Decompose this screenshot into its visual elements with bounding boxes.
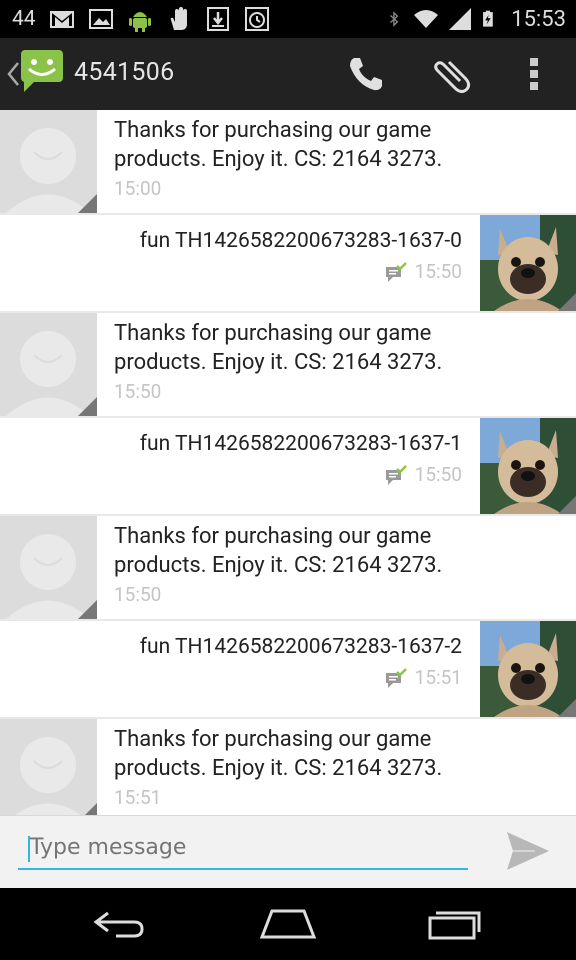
user-profile-photo [480,621,576,717]
alarm-icon [244,7,269,31]
message-text-line: Thanks for purchasing our game [114,727,432,752]
default-contact-avatar-icon [0,719,97,815]
self-avatar[interactable] [480,215,576,311]
recents-icon [428,911,481,940]
message-text: Thanks for purchasing our game products. … [114,522,494,580]
hand-icon [170,7,187,30]
default-contact-avatar-icon [0,516,97,619]
user-profile-photo [480,418,576,514]
navigation-bar [0,888,576,960]
message-status: 15:51 [385,666,462,689]
clock: 15:53 [511,6,566,32]
message-timestamp: 15:50 [414,260,462,283]
message-text-line: Thanks for purchasing our game [114,321,432,346]
send-icon[interactable] [505,830,551,872]
delivered-icon [385,261,407,282]
contact-avatar[interactable] [0,516,97,619]
text-cursor [28,836,30,862]
message-bubble[interactable]: fun TH1426582200673283-1637-1 15:50 [0,418,480,514]
message-timestamp: 15:50 [114,380,162,403]
contact-avatar[interactable] [0,313,97,416]
message-text-line: products. Enjoy it. CS: 2164 3273. [114,756,443,781]
message-timestamp: 15:50 [414,463,462,486]
status-bar: 44 15:53 [0,0,576,38]
message-field[interactable] [18,828,482,870]
download-icon [206,7,229,31]
message-text-line: products. Enjoy it. CS: 2164 3273. [114,553,443,578]
gallery-icon [88,9,113,29]
delivered-icon [385,464,407,485]
message-bubble[interactable]: Thanks for purchasing our game products. … [97,313,576,416]
sent-message[interactable]: fun TH1426582200673283-1637-1 15:50 [0,418,576,514]
wifi-icon [414,10,439,28]
attach-button[interactable] [428,52,472,96]
message-timestamp: 15:51 [414,666,462,689]
delivered-icon [385,667,407,688]
default-contact-avatar-icon [0,110,97,213]
message-text: Thanks for purchasing our game products. … [114,319,494,377]
message-text: fun TH1426582200673283-1637-1 [139,432,462,456]
self-avatar[interactable] [480,621,576,717]
message-text: fun TH1426582200673283-1637-2 [139,635,462,659]
bluetooth-icon [390,11,399,27]
message-text-line: products. Enjoy it. CS: 2164 3273. [114,350,443,375]
received-message[interactable]: Thanks for purchasing our game products. … [0,516,576,619]
message-status: 15:50 [385,260,462,283]
composer-bar [0,815,576,889]
message-bubble[interactable]: Thanks for purchasing our game products. … [97,516,576,619]
gmail-icon [49,11,74,28]
phone-icon [350,58,382,91]
received-message[interactable]: Thanks for purchasing our game products. … [0,110,576,213]
message-bubble[interactable]: fun TH1426582200673283-1637-0 15:50 [0,215,480,311]
received-message[interactable]: Thanks for purchasing our game products. … [0,719,576,815]
sent-message[interactable]: fun TH1426582200673283-1637-2 15:51 [0,621,576,717]
message-timestamp: 15:51 [114,786,162,809]
battery-icon [483,10,493,27]
contact-avatar[interactable] [0,719,97,815]
contact-avatar[interactable] [0,110,97,213]
user-profile-photo [480,215,576,311]
conversation-title: 4541506 [74,58,175,87]
message-text: Thanks for purchasing our game products. … [114,116,494,174]
message-text-line: products. Enjoy it. CS: 2164 3273. [114,147,443,172]
message-text-line: Thanks for purchasing our game [114,118,432,143]
nav-back-button[interactable] [85,904,155,944]
message-text: Thanks for purchasing our game products. … [114,725,494,783]
signal-icon [449,8,472,30]
nav-recents-button[interactable] [420,904,490,944]
message-bubble[interactable]: Thanks for purchasing our game products. … [97,110,576,213]
message-timestamp: 15:00 [114,177,162,200]
sent-message[interactable]: fun TH1426582200673283-1637-0 15:50 [0,215,576,311]
message-timestamp: 15:50 [114,583,162,606]
home-icon [259,909,317,939]
received-message[interactable]: Thanks for purchasing our game products. … [0,313,576,416]
default-contact-avatar-icon [0,313,97,416]
nav-home-button[interactable] [253,904,323,944]
self-avatar[interactable] [480,418,576,514]
call-button[interactable] [344,52,388,96]
message-thread[interactable]: Thanks for purchasing our game products. … [0,110,576,815]
message-text: fun TH1426582200673283-1637-0 [139,229,462,253]
message-bubble[interactable]: Thanks for purchasing our game products. … [97,719,576,815]
message-text-line: Thanks for purchasing our game [114,524,432,549]
messaging-app-icon[interactable] [20,48,66,94]
attach-icon [434,60,471,93]
notification-count: 44 [12,7,36,31]
back-arrow-icon [93,911,144,938]
message-bubble[interactable]: fun TH1426582200673283-1637-2 15:51 [0,621,480,717]
android-icon [128,12,151,32]
action-bar: 4541506 [0,38,576,112]
overflow-menu-button[interactable] [512,52,556,96]
overflow-menu-icon [530,58,538,90]
message-input[interactable] [18,828,482,866]
message-status: 15:50 [385,463,462,486]
